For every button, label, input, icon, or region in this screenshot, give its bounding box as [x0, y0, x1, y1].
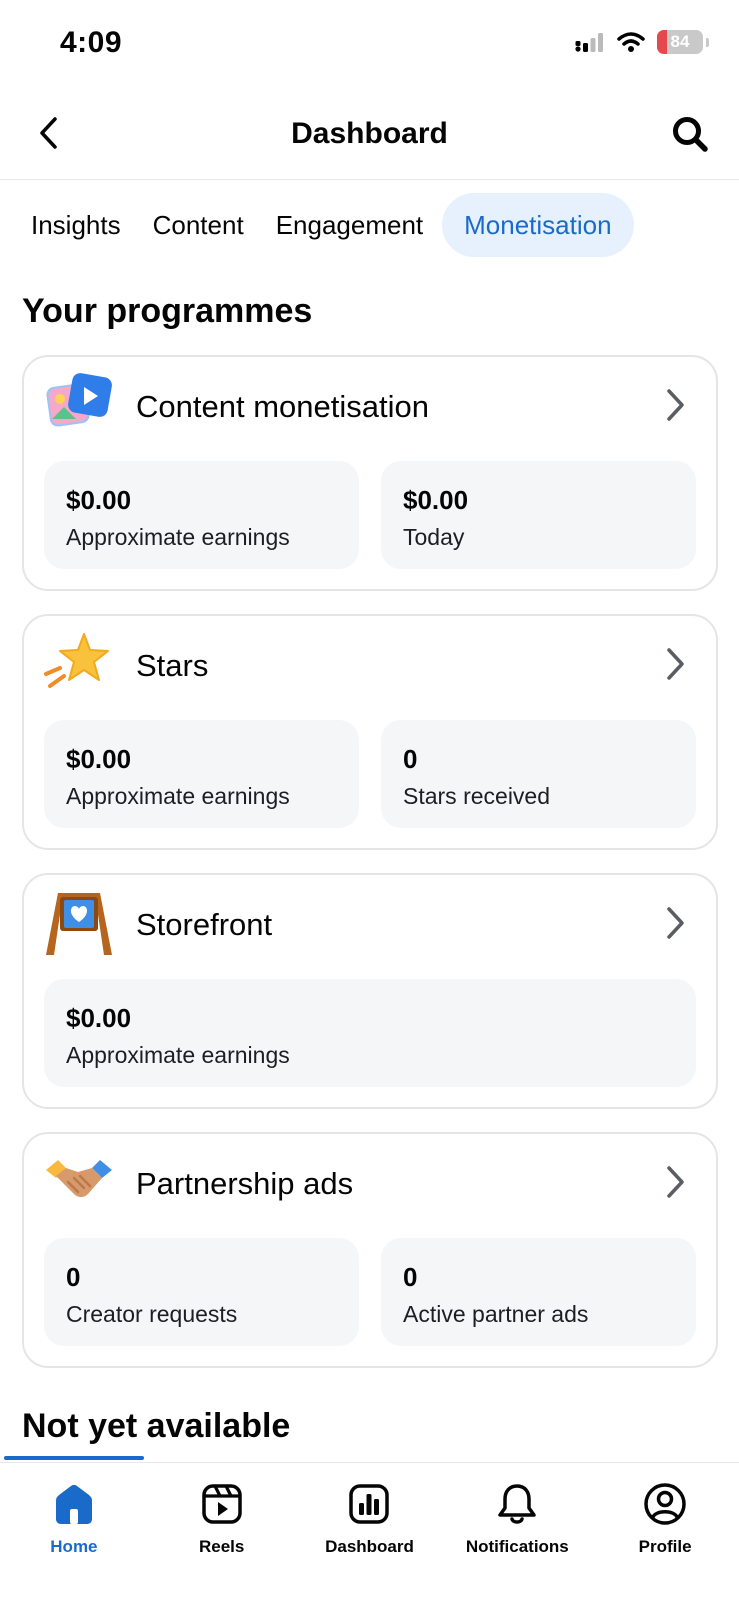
status-bar: 4:09 84 — [0, 0, 739, 90]
reels-icon — [201, 1484, 242, 1524]
nav-profile[interactable]: Profile — [591, 1463, 739, 1600]
page-title: Dashboard — [291, 117, 448, 150]
nav-home[interactable]: Home — [0, 1463, 148, 1600]
stat-value: 0 — [403, 1262, 418, 1292]
wifi-icon — [617, 32, 645, 52]
status-time: 4:09 — [60, 26, 123, 59]
stat-value: $0.00 — [66, 744, 132, 774]
tab-insights[interactable]: Insights — [18, 193, 134, 257]
nav-label: Reels — [199, 1537, 245, 1556]
stat-label: Creator requests — [66, 1301, 238, 1327]
handshake-icon — [46, 1160, 112, 1197]
stat-label: Approximate earnings — [66, 783, 290, 809]
stat-value: 0 — [66, 1262, 81, 1292]
battery-tip — [706, 37, 709, 47]
chevron-right-icon — [667, 1166, 684, 1198]
stat-approximate-earnings: $0.00 Approximate earnings — [44, 461, 359, 569]
stat-value: $0.00 — [66, 485, 132, 515]
stat-approximate-earnings: $0.00 Approximate earnings — [44, 720, 359, 828]
stat-today: $0.00 Today — [381, 461, 696, 569]
nav-notifications[interactable]: Notifications — [443, 1463, 591, 1600]
search-button[interactable] — [667, 111, 713, 157]
stat-value: $0.00 — [66, 1003, 132, 1033]
cellular-signal-icon — [575, 33, 603, 52]
tab-content[interactable]: Content — [140, 193, 257, 257]
section-title: Your programmes — [22, 292, 313, 330]
nav-label: Home — [50, 1537, 98, 1556]
bell-icon — [498, 1484, 537, 1524]
stat-label: Approximate earnings — [66, 524, 290, 550]
search-icon — [673, 117, 708, 152]
stat-value: $0.00 — [403, 485, 469, 515]
programme-card-partnership-ads[interactable]: Partnership ads 0 Creator requests 0 Act… — [22, 1132, 718, 1368]
shooting-star-icon — [44, 633, 109, 688]
not-yet-available-title: Not yet available — [22, 1407, 291, 1445]
nav-label: Profile — [638, 1537, 692, 1556]
battery-level: 84 — [670, 32, 690, 51]
nav-dashboard[interactable]: Dashboard — [296, 1463, 444, 1600]
storefront-sign-icon — [46, 893, 112, 955]
stat-stars-received: 0 Stars received — [381, 720, 696, 828]
stat-label: Approximate earnings — [66, 1042, 290, 1068]
programme-name: Content monetisation — [136, 389, 429, 424]
stat-approximate-earnings: $0.00 Approximate earnings — [44, 979, 696, 1087]
programme-name: Stars — [136, 648, 209, 683]
home-icon — [55, 1484, 92, 1524]
battery-icon: 84 — [657, 30, 703, 54]
status-icons: 84 — [575, 30, 709, 54]
tab-engagement[interactable]: Engagement — [263, 193, 436, 257]
stat-active-partner-ads: 0 Active partner ads — [381, 1238, 696, 1346]
programme-card-content-monetisation[interactable]: Content monetisation $0.00 Approximate e… — [22, 355, 718, 591]
programme-name: Partnership ads — [136, 1166, 354, 1201]
stat-label: Stars received — [403, 783, 551, 809]
programme-card-stars[interactable]: Stars $0.00 Approximate earnings 0 Stars… — [22, 614, 718, 850]
scroll-indicator — [4, 1456, 144, 1460]
stat-label: Active partner ads — [403, 1301, 589, 1327]
dashboard-tabs: Insights Content Engagement Monetisation — [18, 193, 729, 257]
header: Dashboard — [0, 95, 739, 180]
programme-name: Storefront — [136, 907, 273, 942]
chevron-right-icon — [667, 648, 684, 680]
tab-monetisation[interactable]: Monetisation — [442, 193, 634, 257]
video-gallery-icon — [46, 373, 112, 427]
stat-value: 0 — [403, 744, 418, 774]
chevron-right-icon — [667, 907, 684, 939]
profile-icon — [644, 1483, 686, 1525]
stat-creator-requests: 0 Creator requests — [44, 1238, 359, 1346]
nav-reels[interactable]: Reels — [148, 1463, 296, 1600]
chevron-right-icon — [667, 389, 684, 421]
nav-label: Notifications — [465, 1537, 569, 1556]
dashboard-icon — [349, 1484, 390, 1524]
bottom-nav: Home Reels Dashboard Notifications Profi… — [0, 1462, 739, 1600]
programme-card-storefront[interactable]: Storefront $0.00 Approximate earnings — [22, 873, 718, 1109]
nav-label: Dashboard — [325, 1537, 414, 1556]
stat-label: Today — [403, 524, 465, 550]
